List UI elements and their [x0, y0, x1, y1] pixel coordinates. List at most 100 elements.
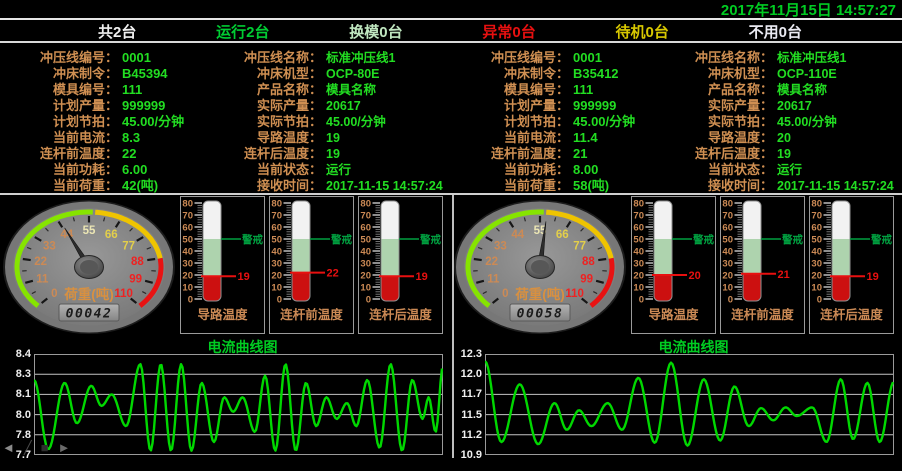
thermometer-连杆前温度: 01020304050607080警戒22连杆前温度	[269, 196, 354, 334]
thermometer-fill	[832, 276, 850, 301]
current-curve-plot	[485, 354, 894, 455]
thermo-tick-label: 70	[811, 211, 822, 222]
info-value: B45394	[118, 66, 214, 82]
info-label: 当前状态：	[665, 162, 773, 178]
gauge-odometer-value: 00058	[517, 307, 564, 322]
thermo-tick-label: 80	[722, 199, 733, 210]
gauge-tick-label: 110	[114, 288, 133, 300]
info-label: 冲床机型：	[665, 66, 773, 82]
thermo-tick-label: 60	[271, 223, 282, 234]
info-value: 2017-11-15 14:57:24	[322, 178, 451, 194]
gauge-tick-label: 11	[36, 273, 49, 285]
gauge-tick-label: 99	[129, 273, 142, 285]
charts-section: 电流曲线图 8.48.38.18.07.87.7 电流曲线图 12.312.01…	[0, 337, 902, 465]
gauge-tick-label: 77	[122, 240, 135, 252]
thermo-tick-label: 70	[182, 211, 193, 222]
slash-icon[interactable]: ╱	[24, 441, 32, 454]
info-value: 19	[322, 130, 451, 146]
info-value: 20	[773, 130, 902, 146]
gauge-tick-label: 88	[582, 256, 595, 268]
thermo-tick-label: 20	[722, 271, 733, 282]
thermo-label: 连杆前温度	[731, 307, 794, 322]
thermo-tick-label: 0	[277, 295, 282, 306]
thermo-tick-label: 0	[728, 295, 733, 306]
thermometer-svg: 01020304050607080警戒19连杆后温度	[810, 197, 893, 333]
info-value: 运行	[322, 162, 451, 178]
current-curve-plot	[34, 354, 443, 455]
thermo-tick-label: 0	[188, 295, 193, 306]
thermometer-strip: 01020304050607080警戒19导路温度010203040506070…	[178, 196, 443, 336]
info-label: 连杆前温度：	[0, 146, 118, 162]
back-arrow-icon[interactable]: ◄	[2, 441, 15, 454]
forward-arrow-icon[interactable]: ►	[58, 441, 71, 454]
status-count-运行2台: 运行2台	[216, 21, 269, 42]
info-value: 6.00	[118, 162, 214, 178]
thermo-value: 19	[867, 271, 879, 283]
gauge-tick-label: 88	[131, 256, 144, 268]
y-tick-label: 8.0	[16, 409, 31, 421]
info-value: 19	[322, 146, 451, 162]
y-tick-label: 8.1	[16, 388, 31, 400]
info-label: 冲床制令：	[451, 66, 569, 82]
info-value: 2017-11-15 14:57:24	[773, 178, 902, 194]
thermometer-fill	[203, 276, 221, 301]
thermo-tick-label: 30	[722, 259, 733, 270]
info-value: 运行	[773, 162, 902, 178]
stop-square-icon[interactable]: ■	[41, 441, 49, 454]
info-label: 实际节拍：	[665, 114, 773, 130]
info-value: 11.4	[569, 130, 665, 146]
machine-2-chart: 电流曲线图 12.312.011.711.511.210.9	[451, 337, 902, 465]
info-value: 8.3	[118, 130, 214, 146]
thermo-tick-label: 50	[633, 235, 644, 246]
info-value: 0001	[118, 50, 214, 66]
info-row: 计划产量：999999实际产量：20617	[451, 98, 902, 114]
thermometer-tube	[292, 201, 310, 301]
info-row: 连杆前温度：22连杆后温度：19	[0, 146, 451, 162]
info-label: 计划产量：	[451, 98, 569, 114]
thermo-tick-label: 40	[182, 247, 193, 258]
thermo-tick-label: 60	[182, 223, 193, 234]
gauge-odometer-value: 00042	[66, 307, 113, 322]
thermo-tick-label: 0	[366, 295, 371, 306]
info-value: 42(吨)	[118, 178, 214, 194]
thermometer-svg: 01020304050607080警戒22连杆前温度	[270, 197, 353, 333]
nav-toolbar: ◄ ╱ ■ ►	[2, 441, 70, 454]
thermo-tick-label: 70	[271, 211, 282, 222]
load-gauge-svg: 0112233445566778899110荷重(吨)00058	[451, 196, 629, 336]
thermo-label: 连杆前温度	[280, 307, 343, 322]
thermo-label: 连杆后温度	[369, 307, 432, 322]
thermo-label: 导路温度	[648, 307, 699, 322]
thermo-tick-label: 20	[811, 271, 822, 282]
thermo-tick-label: 20	[271, 271, 282, 282]
chart-title: 电流曲线图	[451, 337, 902, 354]
y-tick-label: 8.3	[16, 368, 31, 380]
thermo-tick-label: 10	[271, 283, 282, 294]
thermo-tick-label: 50	[182, 235, 193, 246]
thermo-tick-label: 10	[633, 283, 644, 294]
y-tick-label: 11.2	[461, 429, 482, 441]
info-label: 产品名称：	[214, 82, 322, 98]
thermo-tick-label: 20	[633, 271, 644, 282]
y-tick-label: 11.7	[461, 388, 482, 400]
thermometer-tube	[203, 201, 221, 301]
info-value: 模具名称	[322, 82, 451, 98]
load-gauge: 0112233445566778899110荷重(吨)00042	[0, 196, 178, 336]
status-count-换模0台: 换模0台	[349, 21, 402, 42]
gauge-tick-label: 11	[487, 273, 500, 285]
thermo-tick-label: 30	[182, 259, 193, 270]
thermo-tick-label: 40	[722, 247, 733, 258]
info-label: 计划节拍：	[451, 114, 569, 130]
info-value: OCP-110E	[773, 66, 902, 82]
warning-label: 警戒	[419, 233, 441, 246]
status-count-不用0台: 不用0台	[749, 21, 802, 42]
warning-label: 警戒	[692, 233, 714, 246]
thermometer-tube	[381, 201, 399, 301]
current-curve-line	[34, 364, 442, 451]
info-value: 999999	[118, 98, 214, 114]
info-value: 999999	[569, 98, 665, 114]
thermo-tick-label: 70	[360, 211, 371, 222]
thermo-tick-label: 80	[633, 199, 644, 210]
info-label: 冲床制令：	[0, 66, 118, 82]
info-value: OCP-80E	[322, 66, 451, 82]
info-label: 计划节拍：	[0, 114, 118, 130]
